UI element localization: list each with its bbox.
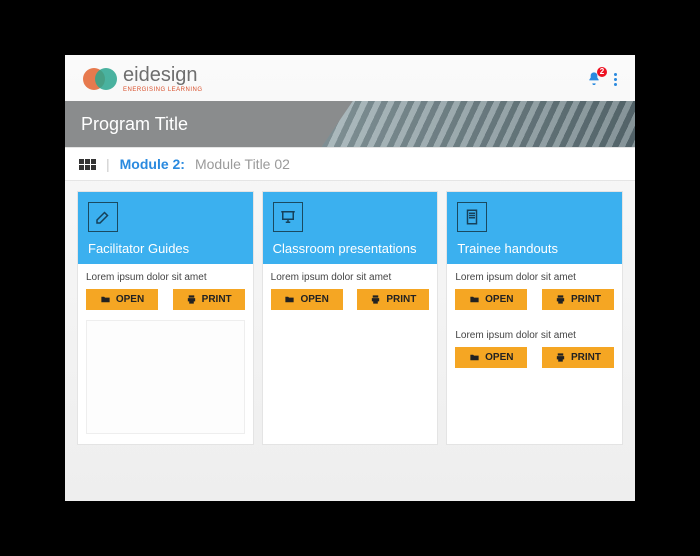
module-label: Module 2: — [120, 156, 185, 172]
card-title: Trainee handouts — [457, 241, 612, 256]
empty-slot — [86, 320, 245, 434]
card-body: Lorem ipsum dolor sit amet OPEN PRINT Lo — [447, 264, 622, 378]
topbar: eidesign ENERGISING LEARNING 2 — [65, 55, 635, 101]
page-title: Program Title — [81, 114, 188, 135]
brand-logo[interactable]: eidesign ENERGISING LEARNING — [83, 65, 203, 93]
card-header: Facilitator Guides — [78, 192, 253, 264]
notifications-button[interactable]: 2 — [586, 71, 602, 87]
print-icon — [186, 294, 197, 305]
card-title: Classroom presentations — [273, 241, 428, 256]
print-label: PRINT — [571, 294, 601, 305]
brand-text: eidesign ENERGISING LEARNING — [123, 65, 203, 93]
resource-desc: Lorem ipsum dolor sit amet — [455, 330, 614, 341]
top-actions: 2 — [586, 71, 619, 88]
card-title: Facilitator Guides — [88, 241, 243, 256]
print-button[interactable]: PRINT — [542, 347, 614, 368]
card-body: Lorem ipsum dolor sit amet OPEN PRINT — [78, 264, 253, 444]
resource-desc: Lorem ipsum dolor sit amet — [271, 272, 430, 283]
print-label: PRINT — [202, 294, 232, 305]
more-menu-button[interactable] — [612, 71, 619, 88]
presentation-icon — [273, 202, 303, 232]
open-label: OPEN — [485, 294, 513, 305]
resource-item: Lorem ipsum dolor sit amet OPEN PRINT — [455, 272, 614, 310]
resource-item: Lorem ipsum dolor sit amet OPEN PRINT — [271, 272, 430, 310]
print-label: PRINT — [386, 294, 416, 305]
notification-count: 2 — [597, 67, 607, 77]
print-icon — [555, 352, 566, 363]
folder-icon — [469, 352, 480, 363]
brand-mark-icon — [83, 68, 117, 90]
folder-icon — [284, 294, 295, 305]
app-frame: eidesign ENERGISING LEARNING 2 Program T… — [65, 55, 635, 501]
resource-item: Lorem ipsum dolor sit amet OPEN PRINT — [455, 330, 614, 368]
resource-actions: OPEN PRINT — [455, 347, 614, 368]
print-icon — [370, 294, 381, 305]
resource-actions: OPEN PRINT — [271, 289, 430, 310]
open-button[interactable]: OPEN — [86, 289, 158, 310]
open-button[interactable]: OPEN — [455, 289, 527, 310]
resource-desc: Lorem ipsum dolor sit amet — [86, 272, 245, 283]
resource-actions: OPEN PRINT — [86, 289, 245, 310]
card-body: Lorem ipsum dolor sit amet OPEN PRINT — [263, 264, 438, 444]
print-button[interactable]: PRINT — [357, 289, 429, 310]
card-trainee-handouts: Trainee handouts Lorem ipsum dolor sit a… — [446, 191, 623, 445]
print-button[interactable]: PRINT — [173, 289, 245, 310]
document-icon — [457, 202, 487, 232]
grid-view-button[interactable] — [79, 159, 96, 170]
print-button[interactable]: PRINT — [542, 289, 614, 310]
open-label: OPEN — [485, 352, 513, 363]
brand-tagline: ENERGISING LEARNING — [123, 87, 203, 93]
breadcrumb-separator: | — [106, 156, 110, 172]
print-icon — [555, 294, 566, 305]
open-button[interactable]: OPEN — [455, 347, 527, 368]
brand-name: eidesign — [123, 65, 203, 85]
resource-item: Lorem ipsum dolor sit amet OPEN PRINT — [86, 272, 245, 310]
hero-banner: Program Title — [65, 101, 635, 147]
open-label: OPEN — [300, 294, 328, 305]
card-classroom-presentations: Classroom presentations Lorem ipsum dolo… — [262, 191, 439, 445]
card-facilitator-guides: Facilitator Guides Lorem ipsum dolor sit… — [77, 191, 254, 445]
pencil-square-icon — [88, 202, 118, 232]
breadcrumb: | Module 2: Module Title 02 — [65, 147, 635, 181]
print-label: PRINT — [571, 352, 601, 363]
resource-desc: Lorem ipsum dolor sit amet — [455, 272, 614, 283]
folder-icon — [100, 294, 111, 305]
module-title: Module Title 02 — [195, 156, 290, 172]
open-button[interactable]: OPEN — [271, 289, 343, 310]
open-label: OPEN — [116, 294, 144, 305]
cards-grid: Facilitator Guides Lorem ipsum dolor sit… — [65, 181, 635, 455]
folder-icon — [469, 294, 480, 305]
resource-actions: OPEN PRINT — [455, 289, 614, 310]
card-header: Trainee handouts — [447, 192, 622, 264]
card-header: Classroom presentations — [263, 192, 438, 264]
